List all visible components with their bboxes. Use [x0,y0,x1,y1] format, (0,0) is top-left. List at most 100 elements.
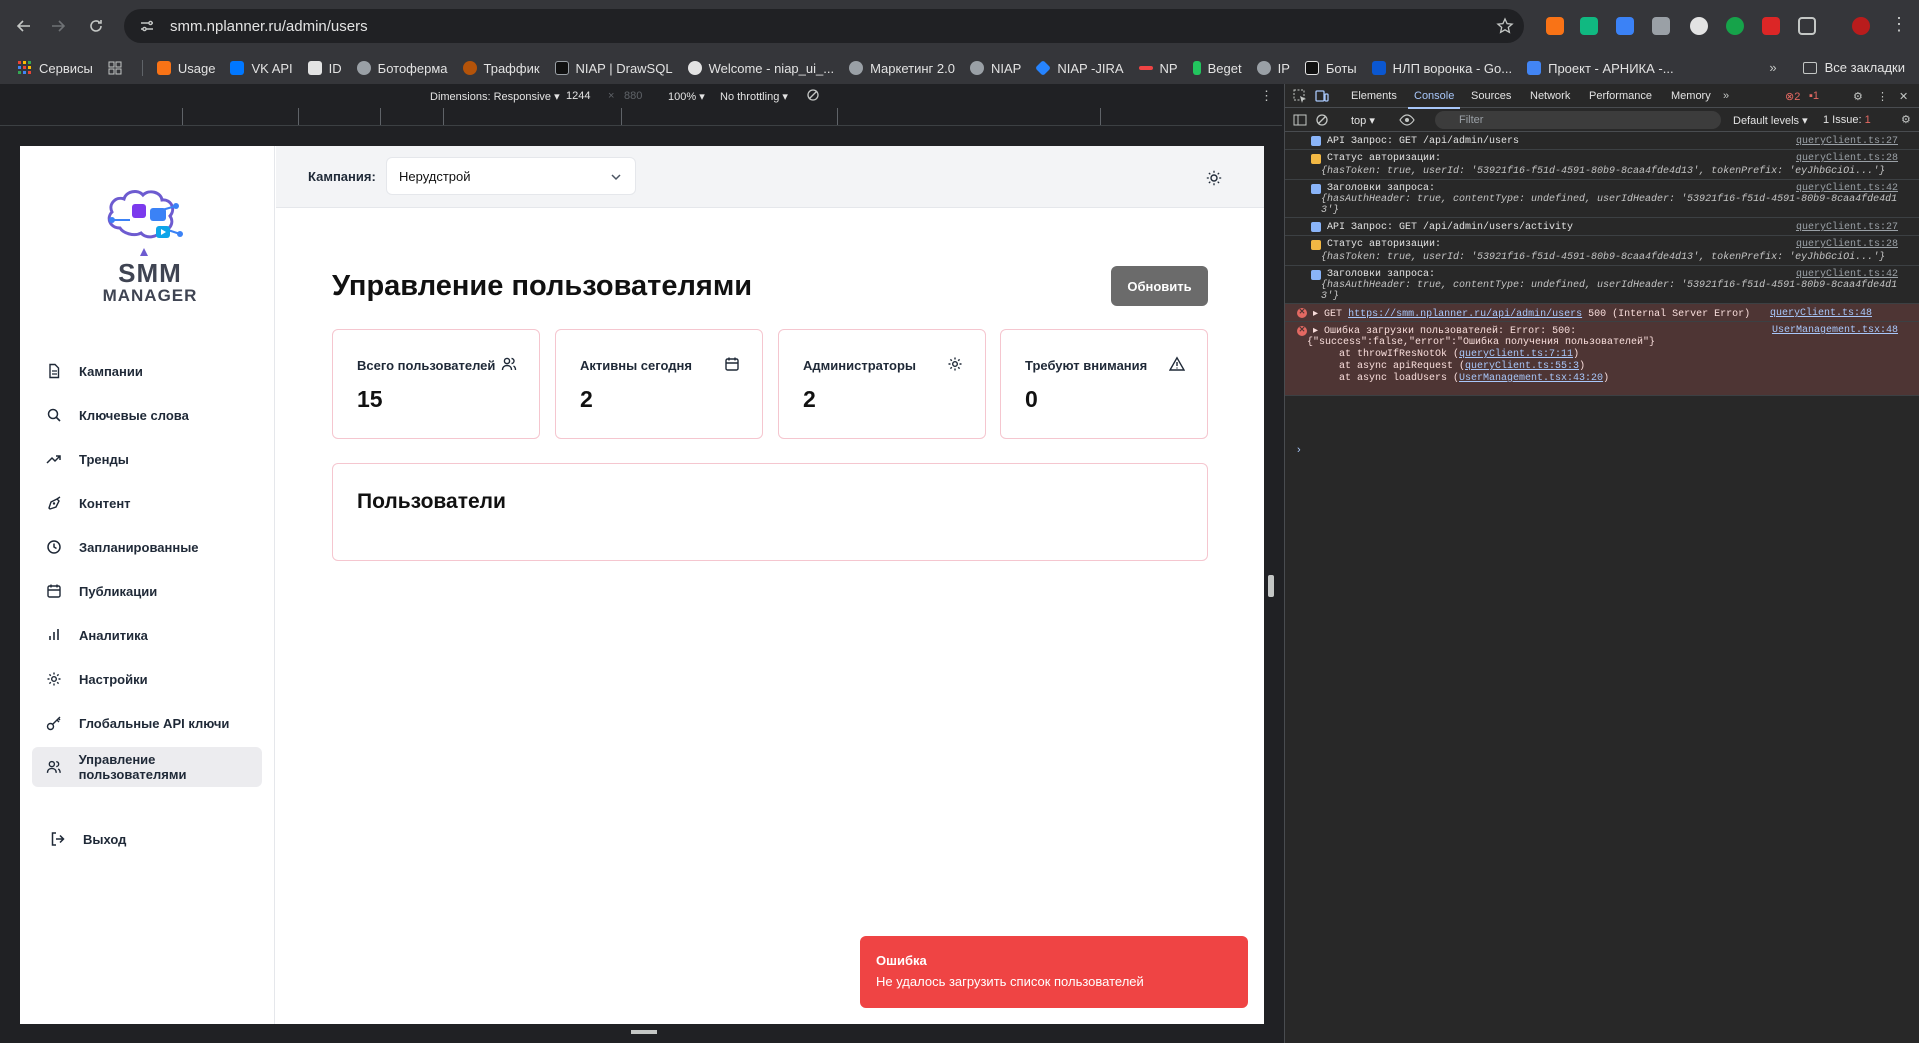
address-bar[interactable]: smm.nplanner.ru/admin/users [124,9,1524,43]
console-object-preview[interactable]: {hasToken: true, userId: '53921f16-f51d-… [1321,252,1885,263]
bookmark-item[interactable]: Проект - АРНИКА -... [1527,61,1674,76]
tab-elements[interactable]: Elements [1351,90,1397,102]
stack-frame-link[interactable]: queryClient.ts:55:3 [1465,361,1579,372]
device-toolbar-menu-icon[interactable]: ⋮ [1260,88,1273,104]
source-link[interactable]: queryClient.ts:42 [1796,183,1898,194]
source-link[interactable]: queryClient.ts:42 [1796,269,1898,280]
clear-console-icon[interactable] [1315,113,1329,127]
dimensions-select[interactable]: Dimensions: Responsive ▾ [430,90,560,103]
bookmark-item[interactable]: VK API [230,61,293,76]
console-prompt[interactable]: › [1297,444,1301,456]
stack-frame-link[interactable]: queryClient.ts:7:11 [1459,349,1573,360]
context-select[interactable]: top ▾ [1351,114,1375,127]
nav-item-campaigns[interactable]: Кампании [32,351,262,391]
logout-button[interactable]: Выход [32,819,262,859]
devtools-menu-icon[interactable]: ⋮ [1877,90,1888,103]
source-link[interactable]: queryClient.ts:27 [1796,222,1898,233]
bookmark-apps[interactable]: Сервисы [18,61,93,76]
sidebar-toggle-icon[interactable] [1293,113,1307,127]
viewport-resize-handle-bottom[interactable] [631,1030,657,1034]
bookmark-item[interactable]: NIAP -JIRA [1035,60,1124,76]
reload-icon[interactable] [84,14,108,38]
extension-icon[interactable] [1546,17,1564,35]
viewport-resize-handle-right[interactable] [1268,575,1274,597]
tab-performance[interactable]: Performance [1589,90,1652,102]
tab-groups-icon[interactable] [108,61,122,75]
bookmark-item[interactable]: НЛП воронка - Go... [1371,61,1512,76]
more-tabs-icon[interactable]: » [1723,90,1729,102]
site-info-icon[interactable] [138,17,156,35]
source-link[interactable]: queryClient.ts:28 [1796,153,1898,164]
bookmark-item[interactable]: NIAP | DrawSQL [554,61,673,76]
error-toast[interactable]: Ошибка Не удалось загрузить список польз… [860,936,1248,1008]
height-input[interactable]: 880 [624,90,642,102]
forward-icon[interactable] [46,14,70,38]
bookmark-item[interactable]: Маркетинг 2.0 [849,61,955,76]
app-logo[interactable]: SMM MANAGER [90,178,210,308]
nav-item-global-api-keys[interactable]: Глобальные API ключи [32,703,262,743]
issues-button[interactable]: 1 Issue: 1 [1823,114,1871,126]
device-toggle-icon[interactable] [1315,89,1329,103]
extension-icon[interactable] [1690,17,1708,35]
nav-item-publications[interactable]: Публикации [32,571,262,611]
tab-console[interactable]: Console [1407,90,1461,109]
back-icon[interactable] [12,14,36,38]
chevron-double-right-icon[interactable]: » [1769,60,1776,75]
theme-toggle-sun-icon[interactable] [1206,170,1222,186]
bookmark-item[interactable]: Траффик [462,61,540,76]
nav-item-trends[interactable]: Тренды [32,439,262,479]
bookmark-item[interactable]: Beget [1192,61,1242,76]
bookmark-item[interactable]: NP [1138,61,1178,76]
campaign-select[interactable]: Нерудстрой [386,157,636,195]
source-link[interactable]: queryClient.ts:27 [1796,136,1898,147]
console-object-preview[interactable]: {hasToken: true, userId: '53921f16-f51d-… [1321,166,1885,177]
extension-icon[interactable] [1762,17,1780,35]
bookmark-item[interactable]: IP [1256,61,1290,76]
console-object-preview[interactable]: {hasAuthHeader: true, contentType: undef… [1321,194,1897,205]
nav-item-scheduled[interactable]: Запланированные [32,527,262,567]
all-bookmarks[interactable]: » Все закладки [1769,60,1905,75]
live-expression-eye-icon[interactable] [1399,113,1415,127]
extension-icon[interactable] [1616,17,1634,35]
browser-menu-icon[interactable]: ⋮ [1890,14,1908,35]
bookmark-star-icon[interactable] [1496,17,1514,35]
nav-item-analytics[interactable]: Аналитика [32,615,262,655]
nav-item-content[interactable]: Контент [32,483,262,523]
source-link[interactable]: UserManagement.tsx:48 [1772,325,1898,336]
stack-frame-link[interactable]: UserManagement.tsx:43:20 [1459,373,1603,384]
profile-avatar[interactable] [1852,17,1870,35]
nav-item-user-management[interactable]: Управление пользователями [32,747,262,787]
extension-icon[interactable] [1580,17,1598,35]
camera-extension-icon[interactable] [1652,17,1670,35]
tab-memory[interactable]: Memory [1671,90,1711,102]
nav-item-keywords[interactable]: Ключевые слова [32,395,262,435]
console-settings-icon[interactable]: ⚙ [1901,113,1911,126]
bookmark-item[interactable]: Ботоферма [356,61,448,76]
source-link[interactable]: queryClient.ts:28 [1796,239,1898,250]
bookmark-item[interactable]: Боты [1304,61,1357,76]
error-counter[interactable]: ⊗2 [1785,90,1800,103]
request-url-link[interactable]: https://smm.nplanner.ru/api/admin/users [1348,309,1582,320]
warning-counter[interactable]: ▪1 [1809,90,1819,102]
width-input[interactable]: 1244 [566,90,590,102]
extensions-puzzle-icon[interactable] [1798,17,1816,35]
tab-network[interactable]: Network [1530,90,1570,102]
zoom-select[interactable]: 100% ▾ [668,90,705,103]
console-object-preview[interactable]: {hasAuthHeader: true, contentType: undef… [1321,280,1897,291]
close-devtools-icon[interactable]: ✕ [1899,90,1908,103]
nav-item-settings[interactable]: Настройки [32,659,262,699]
console-filter-input[interactable]: Filter [1435,111,1721,129]
refresh-button[interactable]: Обновить [1111,266,1208,306]
bookmark-item[interactable]: NIAP [969,61,1021,76]
throttling-select[interactable]: No throttling ▾ [720,90,788,103]
devtools-settings-icon[interactable]: ⚙ [1853,90,1863,103]
source-link[interactable]: queryClient.ts:48 [1770,308,1872,319]
rotate-icon[interactable] [806,88,820,102]
tab-sources[interactable]: Sources [1471,90,1511,102]
bookmark-item[interactable]: Welcome - niap_ui_... [687,61,834,76]
inspect-element-icon[interactable] [1293,89,1307,103]
bookmark-item[interactable]: Usage [156,61,215,76]
extension-icon[interactable] [1726,17,1744,35]
bookmark-item[interactable]: ID [307,61,342,76]
log-levels-select[interactable]: Default levels ▾ [1733,114,1808,127]
